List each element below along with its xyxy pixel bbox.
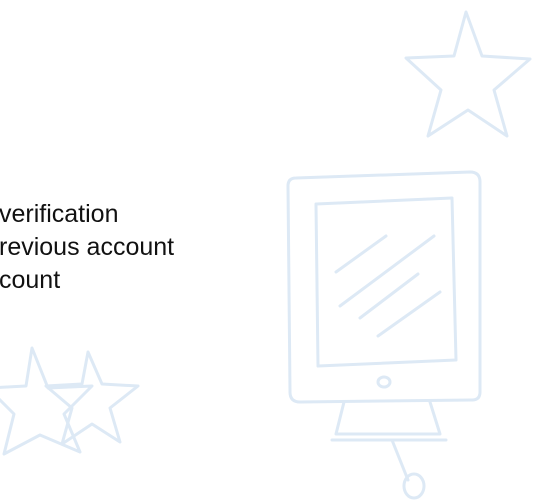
star-outline-icon — [44, 350, 140, 446]
star-outline-icon — [0, 346, 94, 456]
computer-monitor-icon — [286, 170, 482, 500]
text-lines: verification revious account count — [0, 198, 174, 297]
text-line-verification: verification — [0, 200, 119, 228]
text-line-account: count — [0, 266, 61, 294]
star-outline-icon — [404, 10, 532, 138]
slide-page: verification revious account count — [0, 0, 552, 502]
text-line-previous-account: revious account — [0, 233, 175, 261]
